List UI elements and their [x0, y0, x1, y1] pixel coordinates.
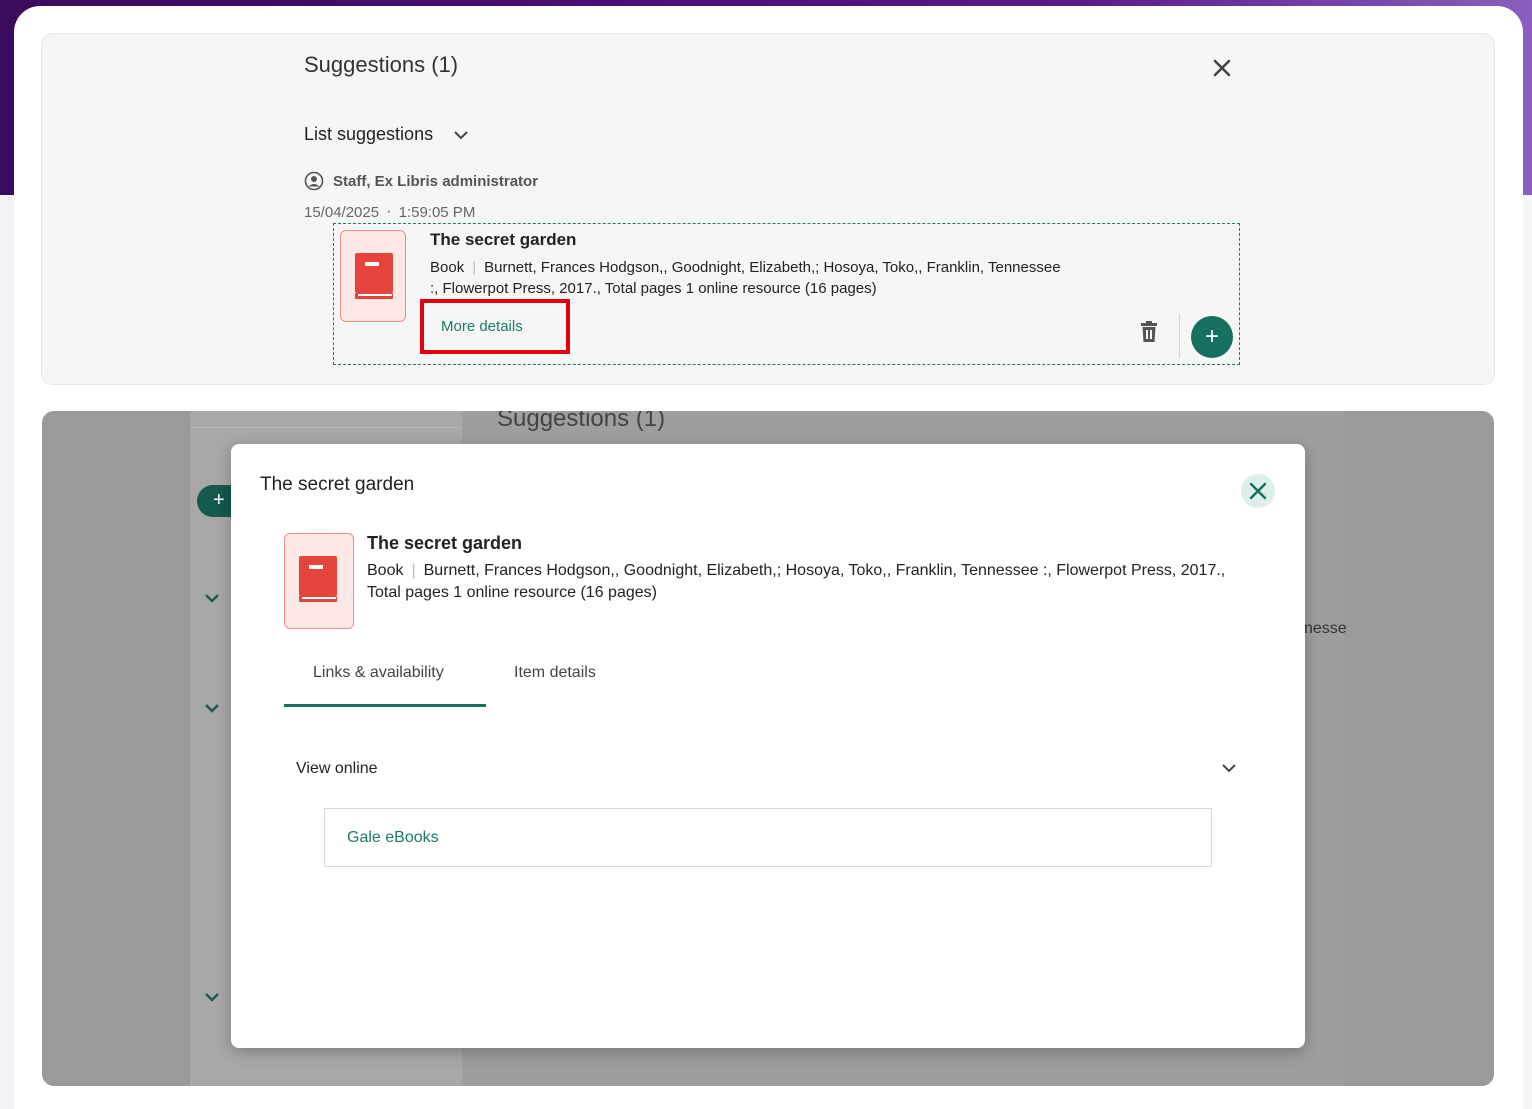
modal-close-button[interactable]	[1241, 474, 1275, 508]
book-title: The secret garden	[430, 230, 577, 249]
add-button[interactable]: +	[1191, 316, 1233, 358]
tab-links-availability[interactable]: Links & availability	[313, 664, 444, 682]
book-icon	[299, 556, 337, 602]
suggestion-timestamp: 15/04/2025 • 1:59:05 PM	[304, 204, 475, 221]
book-title: The secret garden	[367, 533, 523, 553]
active-tab-indicator	[284, 704, 486, 707]
chevron-down-icon	[1222, 764, 1236, 773]
gale-ebooks-link[interactable]: Gale eBooks	[347, 829, 439, 847]
left-edge-strip	[0, 195, 14, 1109]
background-title: Suggestions (1)	[497, 411, 666, 432]
right-edge-strip	[1522, 195, 1532, 1109]
view-online-toggle[interactable]	[1221, 760, 1237, 778]
book-description: Book | Burnett, Frances Hodgson,, Goodnigh…	[430, 259, 1061, 297]
modal-title: The secret garden	[260, 474, 415, 495]
book-details: Burnett, Frances Hodgson,, Goodnight, El…	[367, 562, 1226, 601]
chevron-down-icon	[205, 704, 219, 713]
chevron-down-icon	[205, 993, 219, 1002]
suggestion-date: 15/04/2025	[304, 204, 380, 221]
panel-title: Suggestions (1)	[304, 52, 459, 77]
book-icon	[355, 253, 393, 299]
user-name: Staff, Ex Libris administrator	[333, 172, 539, 190]
suggestion-time: 1:59:05 PM	[398, 204, 476, 221]
tab-item-details[interactable]: Item details	[514, 664, 596, 682]
more-details-link[interactable]: More details	[420, 299, 570, 354]
book-details: Burnett, Frances Hodgson,, Goodnight, El…	[430, 259, 1061, 297]
online-service-row: Gale eBooks	[324, 808, 1212, 867]
material-type: Book	[367, 562, 404, 579]
book-thumbnail	[284, 533, 354, 629]
close-icon[interactable]	[1208, 54, 1236, 82]
book-thumbnail	[340, 230, 406, 322]
list-suggestions-label: List suggestions	[304, 124, 434, 144]
suggested-by: Staff, Ex Libris administrator	[304, 171, 538, 191]
delete-button[interactable]	[1139, 321, 1159, 348]
chevron-down-icon	[454, 130, 468, 139]
background-partial-text: nesse	[1304, 620, 1347, 637]
book-description: Book | Burnett, Frances Hodgson,, Goodnigh…	[367, 562, 1226, 601]
suggestion-item: The secret garden Book | Burnett, Frances …	[333, 223, 1240, 365]
material-type: Book	[430, 259, 465, 276]
close-icon	[1249, 482, 1267, 500]
details-modal: The secret garden The secret garden Book…	[231, 444, 1305, 1048]
user-circle-icon	[304, 171, 324, 191]
separator-dot: •	[387, 207, 391, 218]
suggestions-panel: Suggestions (1) List suggestions Staff, …	[41, 33, 1495, 385]
chevron-down-icon	[205, 594, 219, 603]
trash-icon	[1141, 321, 1157, 342]
action-divider	[1179, 314, 1180, 358]
view-online-heading[interactable]: View online	[296, 760, 378, 778]
list-suggestions-dropdown[interactable]: List suggestions	[304, 124, 469, 145]
